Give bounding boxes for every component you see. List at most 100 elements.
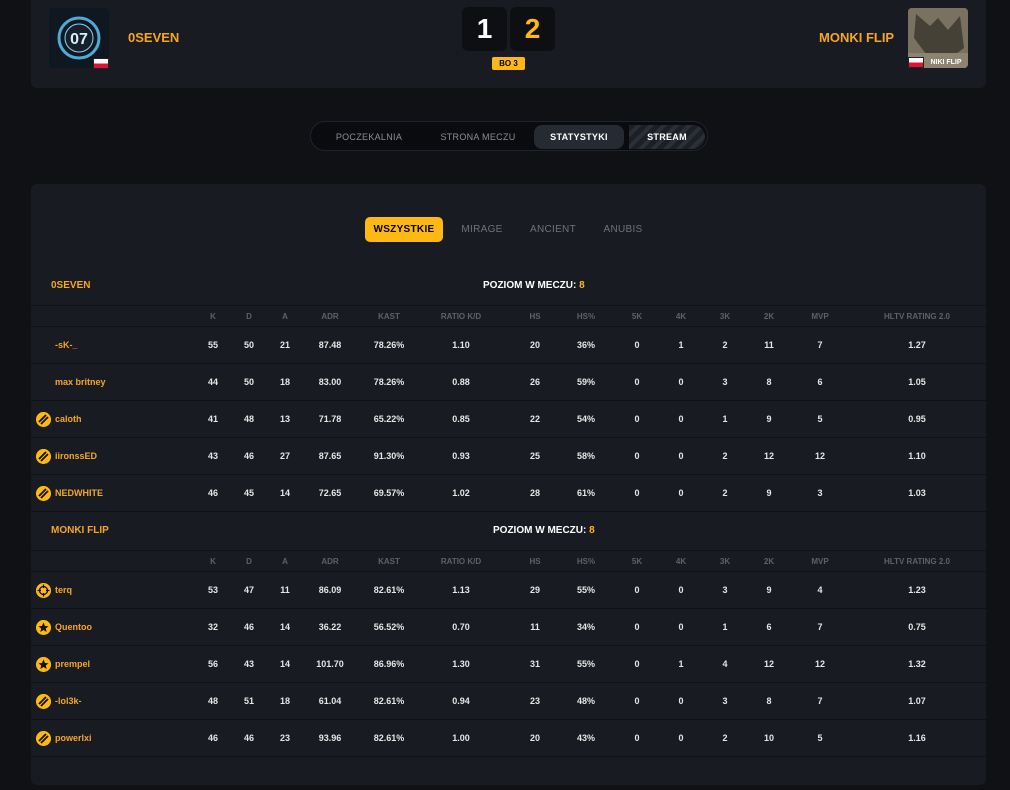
column-header[interactable]: 5K — [632, 551, 642, 571]
player-name[interactable]: NEDWHITE — [55, 475, 103, 511]
column-header[interactable]: 3K — [720, 551, 730, 571]
map-tab-wszystkie[interactable]: WSZYSTKIE — [365, 217, 443, 242]
tab-poczekalnia[interactable]: POCZEKALNIA — [317, 125, 421, 149]
slash-icon — [36, 694, 51, 709]
column-header[interactable]: HS% — [577, 306, 595, 326]
column-header[interactable]: ADR — [321, 306, 338, 326]
player-name[interactable]: terq — [55, 572, 72, 608]
stat-cell: 18 — [279, 377, 291, 387]
stat-cell: 36.22 — [318, 622, 342, 632]
player-name[interactable]: -lol3k- — [55, 683, 82, 719]
column-header[interactable]: HS — [529, 306, 540, 326]
column-header[interactable]: KAST — [378, 306, 400, 326]
column-header[interactable]: 2K — [764, 551, 774, 571]
column-header[interactable]: 2K — [764, 306, 774, 326]
player-name[interactable]: prempel — [55, 646, 90, 682]
player-name[interactable]: Quentoo — [55, 609, 92, 645]
stat-cell: 29 — [529, 585, 541, 595]
match-format-badge: BO 3 — [492, 57, 525, 70]
player-name[interactable]: powerlxi — [55, 720, 92, 756]
column-header[interactable]: K — [210, 306, 216, 326]
column-header[interactable]: 3K — [720, 306, 730, 326]
stat-cell: 43 — [207, 451, 219, 461]
stat-cell: 1.10 — [452, 340, 470, 350]
stat-cell: 12 — [763, 451, 775, 461]
stat-cell: 46 — [243, 622, 255, 632]
column-header[interactable]: 4K — [676, 551, 686, 571]
map-tab-mirage[interactable]: MIRAGE — [451, 217, 513, 242]
column-header[interactable]: D — [246, 306, 252, 326]
stats-panel: WSZYSTKIE MIRAGE ANCIENT ANUBIS 0SEVEN PO… — [31, 184, 986, 785]
column-header[interactable]: MVP — [811, 551, 828, 571]
team-b-flag-icon — [908, 57, 924, 68]
tab-stream[interactable]: STREAM — [629, 125, 705, 149]
stat-cell: 86.96% — [373, 659, 405, 669]
stat-cell: 0.94 — [452, 696, 470, 706]
stat-cell: 27 — [279, 451, 291, 461]
stat-cell: 0 — [678, 414, 684, 424]
stat-cell: 78.26% — [373, 377, 405, 387]
stat-cell: 8 — [766, 377, 772, 387]
map-tab-ancient[interactable]: ANCIENT — [521, 217, 585, 242]
tab-statystyki[interactable]: STATYSTYKI — [534, 125, 624, 149]
column-header[interactable]: HLTV RATING 2.0 — [884, 306, 950, 326]
stat-cell: 3 — [722, 377, 728, 387]
player-name[interactable]: iironssED — [55, 438, 97, 474]
team-a-name[interactable]: 0SEVEN — [128, 30, 179, 45]
column-header[interactable]: MVP — [811, 306, 828, 326]
slash-icon — [36, 412, 51, 427]
stat-cell: 1 — [722, 622, 728, 632]
stat-cell: 0.75 — [908, 622, 926, 632]
stat-cell: 0 — [634, 377, 640, 387]
column-header[interactable]: A — [282, 306, 288, 326]
stat-cell: 61.04 — [318, 696, 342, 706]
column-header[interactable]: RATIO K/D — [441, 306, 481, 326]
stat-cell: 43 — [243, 659, 255, 669]
column-header[interactable]: D — [246, 551, 252, 571]
stat-cell: 50 — [243, 340, 255, 350]
table-header-row: K D A ADR KAST RATIO K/D HS HS% 5K 4K 3K 2K MVP HLTV … — [31, 305, 986, 327]
stat-cell: 31 — [529, 659, 541, 669]
column-header[interactable]: KAST — [378, 551, 400, 571]
stat-cell: 93.96 — [318, 733, 342, 743]
map-tab-anubis[interactable]: ANUBIS — [593, 217, 653, 242]
stat-cell: 12 — [814, 451, 826, 461]
stat-cell: 82.61% — [373, 696, 405, 706]
stat-cell: 7 — [817, 340, 823, 350]
column-header[interactable]: A — [282, 551, 288, 571]
column-header[interactable]: HLTV RATING 2.0 — [884, 551, 950, 571]
stat-cell: 54% — [576, 414, 596, 424]
column-header[interactable]: HS% — [577, 551, 595, 571]
tab-strona-meczu[interactable]: STRONA MECZU — [423, 125, 533, 149]
stat-cell: 69.57% — [373, 488, 405, 498]
team-b-name[interactable]: MONKI FLIP — [819, 30, 894, 45]
star-icon — [36, 657, 51, 672]
stat-cell: 0 — [634, 488, 640, 498]
column-header[interactable]: 4K — [676, 306, 686, 326]
column-header[interactable]: RATIO K/D — [441, 551, 481, 571]
team-a-score: 1 — [462, 7, 507, 51]
column-header[interactable]: ADR — [321, 551, 338, 571]
stat-cell: 3 — [722, 585, 728, 595]
stat-cell: 48 — [207, 696, 219, 706]
team-b-score: 2 — [510, 7, 555, 51]
stat-cell: 82.61% — [373, 733, 405, 743]
team-a-logo-text: 07 — [70, 31, 88, 48]
stat-cell: 72.65 — [318, 488, 342, 498]
stat-cell: 41 — [207, 414, 219, 424]
player-name[interactable]: -sK-_ — [55, 327, 78, 363]
stat-cell: 87.65 — [318, 451, 342, 461]
column-header[interactable]: K — [210, 551, 216, 571]
stat-cell: 1.00 — [452, 733, 470, 743]
stat-cell: 61% — [576, 488, 596, 498]
stat-cell: 46 — [207, 733, 219, 743]
stat-cell: 9 — [766, 488, 772, 498]
player-name[interactable]: caloth — [55, 401, 82, 437]
player-name[interactable]: max britney — [55, 364, 106, 400]
stat-cell: 10 — [763, 733, 775, 743]
column-header[interactable]: 5K — [632, 306, 642, 326]
column-header[interactable]: HS — [529, 551, 540, 571]
stat-cell: 1.16 — [908, 733, 926, 743]
stat-cell: 0 — [634, 340, 640, 350]
stat-cell: 55 — [207, 340, 219, 350]
